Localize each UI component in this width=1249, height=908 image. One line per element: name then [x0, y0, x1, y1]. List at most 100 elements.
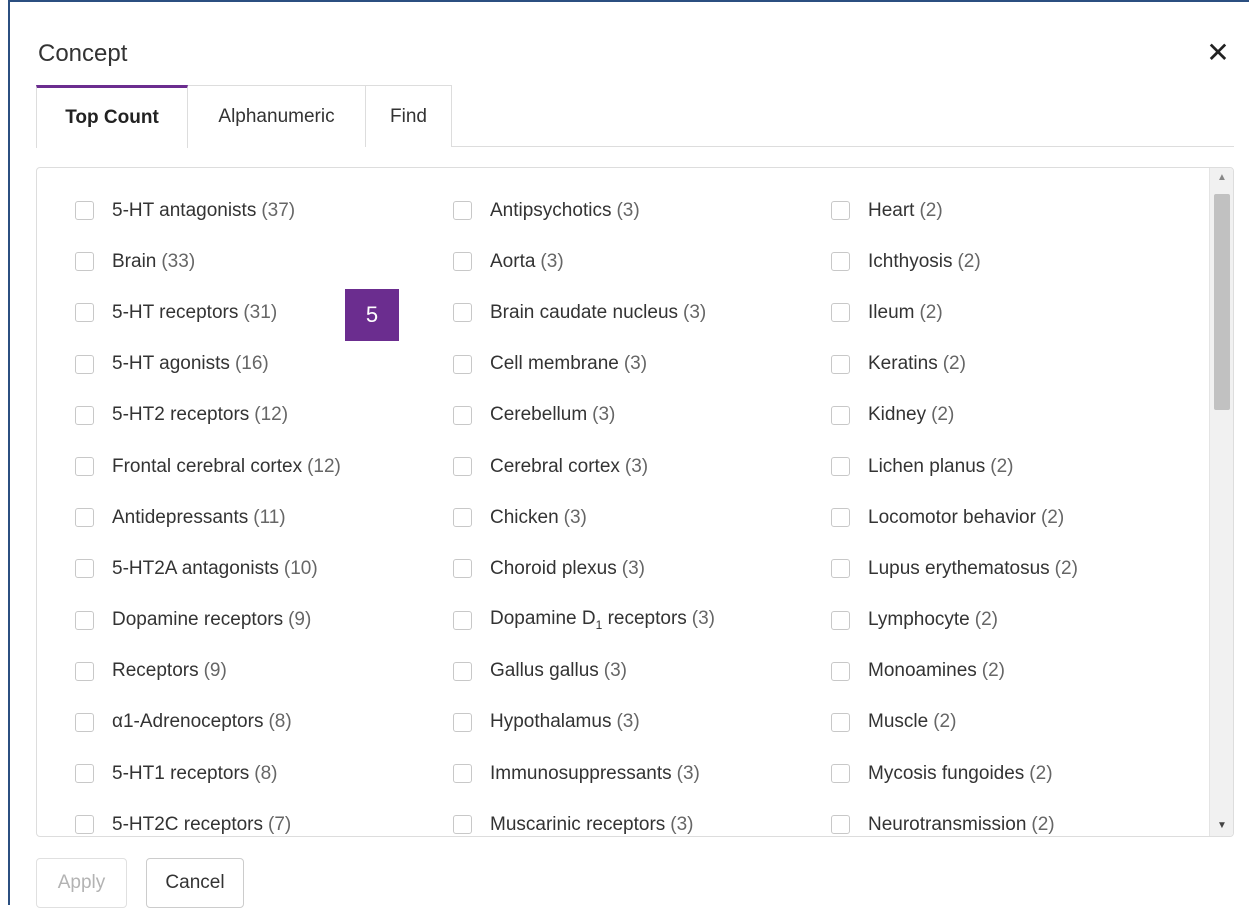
concept-option[interactable]: Ileum (2) [831, 287, 1205, 338]
concept-option[interactable]: Monoamines (2) [831, 646, 1205, 697]
concept-checkbox[interactable] [453, 252, 472, 272]
concept-checkbox[interactable] [831, 764, 850, 784]
concept-checkbox[interactable] [831, 661, 850, 681]
concept-option[interactable]: Brain (33) [75, 236, 453, 287]
concept-count: (3) [683, 301, 707, 323]
concept-checkbox[interactable] [831, 457, 850, 477]
concept-count: (2) [981, 660, 1006, 682]
concept-checkbox[interactable] [831, 508, 850, 528]
concept-option[interactable]: 5-HT2A antagonists (10) [75, 543, 453, 594]
concept-checkbox[interactable] [453, 508, 472, 528]
concept-option[interactable]: α1-Adrenoceptors (8) [75, 697, 453, 748]
concept-checkbox[interactable] [453, 354, 472, 374]
concept-option[interactable]: 5-HT antagonists (37) [75, 185, 453, 236]
concept-option[interactable]: Brain caudate nucleus (3) [453, 287, 831, 338]
concept-option[interactable]: 5-HT2 receptors (12) [75, 390, 453, 441]
scroll-up-arrow-icon[interactable]: ▲ [1210, 168, 1233, 188]
concept-option[interactable]: Kidney (2) [831, 390, 1205, 441]
concept-label: 5-HT agonists (16) [112, 353, 269, 375]
concept-option[interactable]: Immunosuppressants (3) [453, 748, 831, 799]
concept-checkbox[interactable] [831, 712, 850, 732]
concept-option[interactable]: Neurotransmission (2) [831, 799, 1205, 836]
cancel-button[interactable]: Cancel [146, 858, 244, 908]
concept-checkbox[interactable] [453, 661, 472, 681]
tab-find[interactable]: Find [366, 85, 452, 147]
concept-option[interactable]: Lupus erythematosus (2) [831, 543, 1205, 594]
concept-option[interactable]: Lymphocyte (2) [831, 595, 1205, 646]
concept-checkbox[interactable] [831, 354, 850, 374]
concept-label: Cell membrane (3) [490, 353, 647, 375]
concept-checkbox[interactable] [831, 815, 850, 835]
concept-name: Hypothalamus [490, 711, 612, 733]
concept-option[interactable]: Keratins (2) [831, 339, 1205, 390]
concept-option[interactable]: Antipsychotics (3) [453, 185, 831, 236]
concept-option[interactable]: Mycosis fungoides (2) [831, 748, 1205, 799]
concept-checkbox[interactable] [75, 559, 94, 579]
vertical-scrollbar[interactable]: ▲ ▼ [1209, 168, 1233, 836]
concept-checkbox[interactable] [453, 405, 472, 425]
concept-checkbox[interactable] [453, 457, 472, 477]
apply-button[interactable]: Apply [36, 858, 127, 908]
tab-alphanumeric[interactable]: Alphanumeric [188, 85, 366, 147]
concept-option[interactable]: 5-HT1 receptors (8) [75, 748, 453, 799]
concept-option[interactable]: 5-HT2C receptors (7) [75, 799, 453, 836]
concept-label: 5-HT2 receptors (12) [112, 404, 288, 426]
concept-checkbox[interactable] [453, 303, 472, 323]
concept-checkbox[interactable] [453, 764, 472, 784]
concept-option[interactable]: Gallus gallus (3) [453, 646, 831, 697]
concept-checkbox[interactable] [75, 303, 94, 323]
tab-bar: Top Count Alphanumeric Find [36, 85, 1234, 148]
concept-checkbox[interactable] [453, 201, 472, 221]
concept-option[interactable]: Locomotor behavior (2) [831, 492, 1205, 543]
concept-option[interactable]: Ichthyosis (2) [831, 236, 1205, 287]
concept-checkbox[interactable] [75, 405, 94, 425]
concept-label: 5-HT2C receptors (7) [112, 814, 291, 836]
concept-checkbox[interactable] [75, 252, 94, 272]
concept-option[interactable]: Cell membrane (3) [453, 339, 831, 390]
scrollbar-thumb[interactable] [1214, 194, 1230, 410]
concept-name: Aorta [490, 250, 536, 272]
concept-checkbox[interactable] [453, 815, 472, 835]
concept-checkbox[interactable] [75, 764, 94, 784]
concept-option[interactable]: Dopamine receptors (9) [75, 595, 453, 646]
concept-option[interactable]: Heart (2) [831, 185, 1205, 236]
concept-option[interactable]: Chicken (3) [453, 492, 831, 543]
concept-checkbox[interactable] [831, 201, 850, 221]
dialog-title: Concept [38, 40, 128, 67]
concept-checkbox[interactable] [75, 610, 94, 630]
concept-option[interactable]: Muscle (2) [831, 697, 1205, 748]
concept-checkbox[interactable] [75, 201, 94, 221]
concept-option[interactable]: Choroid plexus (3) [453, 543, 831, 594]
concept-checkbox[interactable] [831, 405, 850, 425]
tab-top-count[interactable]: Top Count [36, 85, 188, 148]
concept-name: Antidepressants [112, 506, 249, 528]
concept-option[interactable]: Muscarinic receptors (3) [453, 799, 831, 836]
concept-checkbox[interactable] [75, 457, 94, 477]
concept-checkbox[interactable] [75, 661, 94, 681]
concept-option[interactable]: Aorta (3) [453, 236, 831, 287]
concept-checkbox[interactable] [453, 559, 472, 579]
concept-label: Locomotor behavior (2) [868, 507, 1064, 529]
concept-checkbox[interactable] [831, 559, 850, 579]
concept-option[interactable]: Hypothalamus (3) [453, 697, 831, 748]
concept-checkbox[interactable] [75, 815, 94, 835]
concept-option[interactable]: Lichen planus (2) [831, 441, 1205, 492]
concept-option[interactable]: Dopamine D1 receptors (3) [453, 595, 831, 646]
concept-option[interactable]: Cerebellum (3) [453, 390, 831, 441]
concept-option[interactable]: Receptors (9) [75, 646, 453, 697]
concept-checkbox[interactable] [75, 354, 94, 374]
concept-option[interactable]: Antidepressants (11) [75, 492, 453, 543]
concept-checkbox[interactable] [831, 610, 850, 630]
concept-option[interactable]: Cerebral cortex (3) [453, 441, 831, 492]
concept-checkbox[interactable] [75, 712, 94, 732]
concept-checkbox[interactable] [75, 508, 94, 528]
concept-option[interactable]: 5-HT agonists (16) [75, 339, 453, 390]
concept-option[interactable]: Frontal cerebral cortex (12) [75, 441, 453, 492]
close-icon[interactable]: ✕ [1205, 38, 1231, 68]
concept-label: Gallus gallus (3) [490, 660, 627, 682]
concept-checkbox[interactable] [453, 712, 472, 732]
concept-checkbox[interactable] [453, 610, 472, 630]
scroll-down-arrow-icon[interactable]: ▼ [1210, 816, 1233, 836]
concept-checkbox[interactable] [831, 303, 850, 323]
concept-checkbox[interactable] [831, 252, 850, 272]
